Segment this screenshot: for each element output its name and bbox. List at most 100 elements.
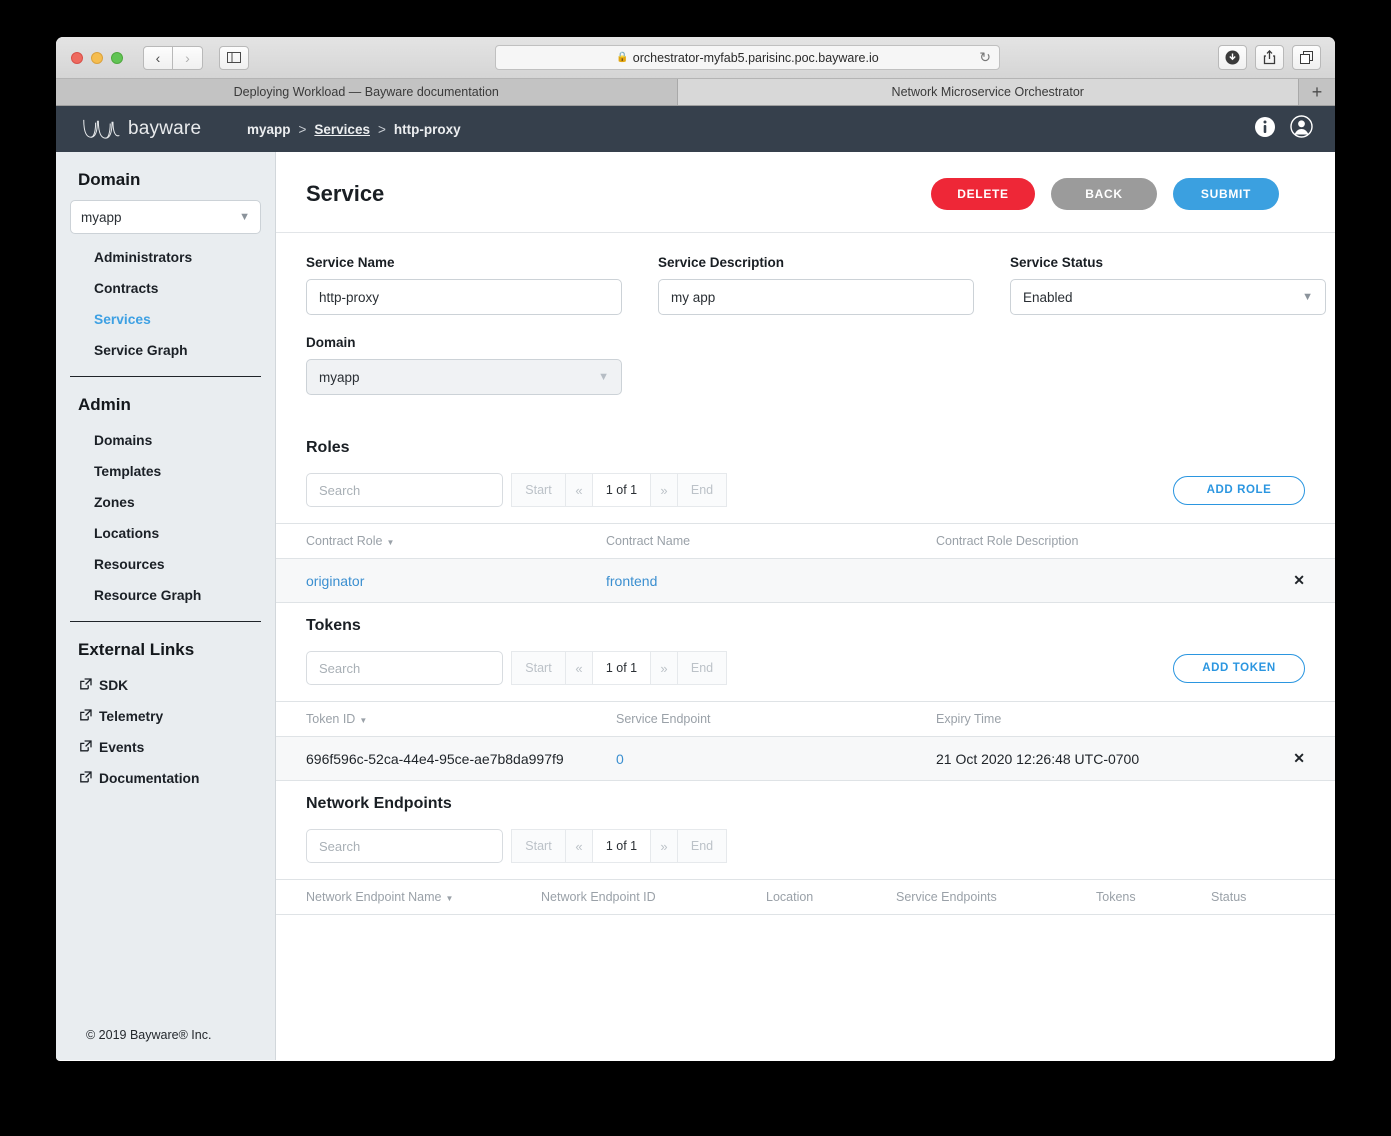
column-expiry-time[interactable]: Expiry Time xyxy=(936,701,1275,737)
delete-row-icon[interactable]: ✕ xyxy=(1275,736,1335,781)
search-placeholder: Search xyxy=(319,482,361,498)
pager-start-button[interactable]: Start xyxy=(511,651,565,685)
submit-button[interactable]: SUBMIT xyxy=(1173,178,1279,210)
url-bar[interactable]: 🔒 orchestrator-myfab5.parisinc.poc.baywa… xyxy=(495,45,1000,70)
forward-icon[interactable]: › xyxy=(173,45,203,70)
close-window-button[interactable] xyxy=(71,51,83,64)
tokens-search-input[interactable]: Search xyxy=(306,651,503,685)
column-service-endpoints[interactable]: Service Endpoints xyxy=(896,879,1096,915)
pager-start-button[interactable]: Start xyxy=(511,473,565,507)
pager-prev-button[interactable]: « xyxy=(565,829,592,863)
cell-contract-role[interactable]: originator xyxy=(276,558,606,603)
service-status-select[interactable]: Enabled ▼ xyxy=(1010,279,1326,315)
sidebar-item-locations[interactable]: Locations xyxy=(56,518,275,549)
external-link-icon xyxy=(80,678,92,693)
breadcrumb-services-link[interactable]: Services xyxy=(314,122,370,137)
column-contract-role-description[interactable]: Contract Role Description xyxy=(936,523,1275,559)
pager-prev-button[interactable]: « xyxy=(565,473,592,507)
service-name-input[interactable]: http-proxy xyxy=(306,279,622,315)
application: bayware myapp > Services > http-proxy Do… xyxy=(56,106,1335,1060)
column-tokens[interactable]: Tokens xyxy=(1096,879,1211,915)
tab-overview-icon[interactable] xyxy=(1292,45,1321,70)
add-token-button[interactable]: ADD TOKEN xyxy=(1173,653,1305,683)
info-icon[interactable] xyxy=(1254,116,1276,143)
pager-next-button[interactable]: » xyxy=(650,829,677,863)
pager-next-button[interactable]: » xyxy=(650,651,677,685)
pager-end-button[interactable]: End xyxy=(677,651,727,685)
sidebar-item-resources[interactable]: Resources xyxy=(56,549,275,580)
service-name-value: http-proxy xyxy=(319,289,380,305)
main-content: Service DELETE BACK SUBMIT Service Name … xyxy=(276,152,1335,1060)
sidebar-item-events[interactable]: Events xyxy=(56,732,275,763)
brand-name: bayware xyxy=(128,118,202,139)
form-row-primary: Service Name http-proxy Service Descript… xyxy=(306,255,1326,315)
network-endpoints-search-input[interactable]: Search xyxy=(306,829,503,863)
cell-contract-name[interactable]: frontend xyxy=(606,558,936,603)
pager-start-button[interactable]: Start xyxy=(511,829,565,863)
minimize-window-button[interactable] xyxy=(91,51,103,64)
back-icon[interactable]: ‹ xyxy=(143,45,173,70)
sidebar-toggle-icon[interactable] xyxy=(219,45,249,70)
new-tab-button[interactable]: + xyxy=(1299,79,1335,105)
chevron-down-icon: ▼ xyxy=(239,211,250,223)
sidebar-item-templates[interactable]: Templates xyxy=(56,456,275,487)
sidebar-copyright: © 2019 Bayware® Inc. xyxy=(86,1028,212,1042)
search-placeholder: Search xyxy=(319,838,361,854)
column-status[interactable]: Status xyxy=(1211,879,1335,915)
reload-icon[interactable]: ↻ xyxy=(979,49,991,66)
column-location[interactable]: Location xyxy=(766,879,896,915)
service-name-label: Service Name xyxy=(306,255,395,270)
sidebar-item-documentation[interactable]: Documentation xyxy=(56,763,275,794)
browser-tab-docs[interactable]: Deploying Workload — Bayware documentati… xyxy=(56,79,678,105)
browser-tab-orchestrator[interactable]: Network Microservice Orchestrator xyxy=(677,79,1299,105)
sidebar-item-administrators[interactable]: Administrators xyxy=(56,242,275,273)
tokens-table-header-row: Token ID ▼ Service Endpoint Expiry Time xyxy=(276,701,1335,737)
breadcrumb-domain[interactable]: myapp xyxy=(247,122,291,137)
domain-selector[interactable]: myapp ▼ xyxy=(70,200,261,234)
sidebar-item-label: Events xyxy=(99,740,145,755)
delete-row-icon[interactable]: ✕ xyxy=(1275,558,1335,603)
tokens-table: Token ID ▼ Service Endpoint Expiry Time 6… xyxy=(276,701,1335,781)
delete-button[interactable]: DELETE xyxy=(931,178,1035,210)
search-placeholder: Search xyxy=(319,660,361,676)
column-network-endpoint-id[interactable]: Network Endpoint ID xyxy=(541,879,766,915)
sidebar-item-service-graph[interactable]: Service Graph xyxy=(56,335,275,366)
pager-page-count: 1 of 1 xyxy=(592,829,650,863)
pager-end-button[interactable]: End xyxy=(677,473,727,507)
sidebar-item-domains[interactable]: Domains xyxy=(56,425,275,456)
domain-select[interactable]: myapp ▼ xyxy=(306,359,622,395)
external-link-icon xyxy=(80,740,92,755)
column-contract-name[interactable]: Contract Name xyxy=(606,523,936,559)
table-row[interactable]: originator frontend ✕ xyxy=(276,558,1335,603)
column-network-endpoint-name[interactable]: Network Endpoint Name ▼ xyxy=(276,879,541,915)
user-account-icon[interactable] xyxy=(1290,115,1313,143)
pager-next-button[interactable]: » xyxy=(650,473,677,507)
sidebar-item-telemetry[interactable]: Telemetry xyxy=(56,701,275,732)
service-status-value: Enabled xyxy=(1023,289,1073,305)
pager-prev-button[interactable]: « xyxy=(565,651,592,685)
roles-search-input[interactable]: Search xyxy=(306,473,503,507)
maximize-window-button[interactable] xyxy=(111,51,123,64)
network-endpoints-title: Network Endpoints xyxy=(306,795,452,812)
download-icon[interactable] xyxy=(1218,45,1247,70)
share-icon[interactable] xyxy=(1255,45,1284,70)
cell-contract-role-description xyxy=(936,558,1275,603)
sidebar-item-contracts[interactable]: Contracts xyxy=(56,273,275,304)
roles-table-header-row: Contract Role ▼ Contract Name Contract Ro… xyxy=(276,523,1335,559)
column-contract-role[interactable]: Contract Role ▼ xyxy=(276,523,606,559)
sidebar-item-resource-graph[interactable]: Resource Graph xyxy=(56,580,275,611)
column-token-id[interactable]: Token ID ▼ xyxy=(276,701,616,737)
table-row[interactable]: 696f596c-52ca-44e4-95ce-ae7b8da997f9 0 2… xyxy=(276,736,1335,781)
service-description-input[interactable]: my app xyxy=(658,279,974,315)
back-button[interactable]: BACK xyxy=(1051,178,1157,210)
sidebar-item-sdk[interactable]: SDK xyxy=(56,670,275,701)
add-role-button[interactable]: ADD ROLE xyxy=(1173,475,1305,505)
app-body: Domain myapp ▼ Administrators Contracts … xyxy=(56,152,1335,1060)
sidebar-item-services[interactable]: Services xyxy=(56,304,275,335)
pager-end-button[interactable]: End xyxy=(677,829,727,863)
cell-service-endpoint[interactable]: 0 xyxy=(616,736,936,781)
bayware-logo[interactable]: bayware xyxy=(81,117,231,141)
tokens-section: Tokens Search Start « 1 of 1 » End ADD T… xyxy=(276,603,1335,781)
column-service-endpoint[interactable]: Service Endpoint xyxy=(616,701,936,737)
sidebar-item-zones[interactable]: Zones xyxy=(56,487,275,518)
